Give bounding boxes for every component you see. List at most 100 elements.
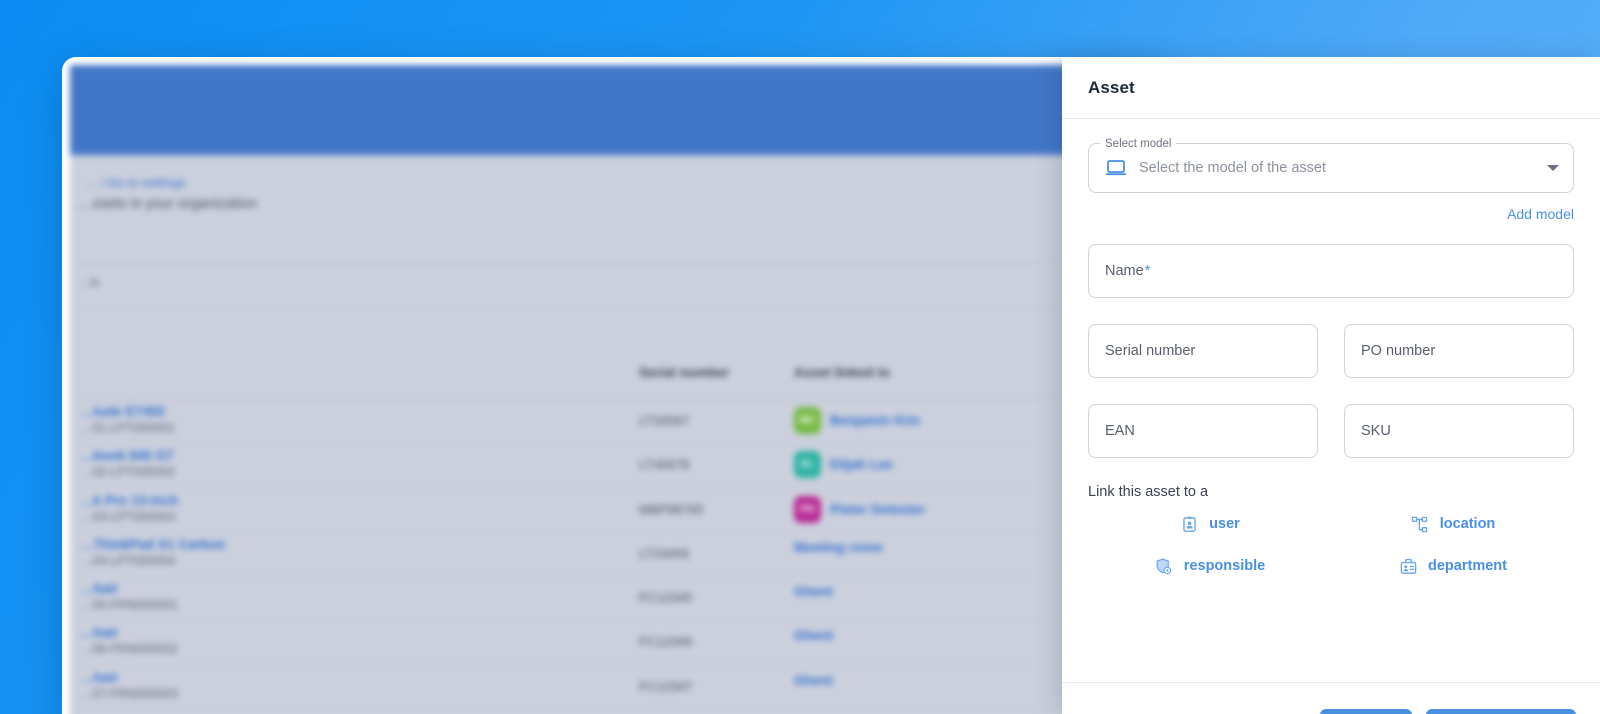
badge-icon (1398, 556, 1418, 576)
cell-asset-name: …hair…05-FRN000001 (80, 580, 178, 614)
serial-number-field[interactable]: Serial number (1088, 324, 1318, 378)
asset-code: …07-FRN000003 (80, 686, 178, 703)
link-option-department-label: department (1428, 558, 1507, 574)
link-option-department[interactable]: department (1331, 556, 1574, 576)
table-header-row: Serial number Asset linked to (70, 350, 1162, 399)
sku-field[interactable]: SKU (1344, 404, 1574, 458)
avatar: BK (794, 407, 821, 434)
cell-serial-number: MBP98765 (639, 502, 703, 517)
cell-asset-name: …book 840 G7…02-LPT000002 (80, 447, 175, 481)
cell-asset-name: …k Pro 13-inch…03-LPT000003 (80, 492, 178, 526)
asset-code: …04-LPT000004 (80, 553, 226, 570)
breadcrumb-prefix: … (84, 176, 97, 190)
cell-serial-number: FC12346 (639, 634, 692, 649)
po-number-label: PO number (1361, 343, 1435, 359)
divider-bottom (70, 307, 1162, 308)
avatar: EL (794, 451, 821, 478)
filter-label: …ts (78, 275, 99, 289)
asset-code: …05-FRN000001 (80, 597, 178, 614)
background-app-content: … / Go to settings …ssets in your organi… (70, 65, 1162, 714)
cell-asset-linked-to: EL Elijah Lee (794, 451, 893, 478)
column-header-asset-linked-to: Asset linked to (794, 365, 890, 380)
create-asset-button[interactable]: Create asset (1426, 709, 1576, 714)
cell-asset-name: …hair…07-FRN000003 (80, 669, 178, 703)
panel-footer: Cancel Create asset (1062, 682, 1600, 714)
link-option-responsible[interactable]: responsible (1088, 556, 1331, 576)
table-row[interactable]: …book 840 G7…02-LPT000002 LT45678 EL Elijah… (70, 443, 1162, 487)
table-row[interactable]: …k Pro 13-inch…03-LPT000003 MBP98765 PD Pie… (70, 488, 1162, 532)
asset-code: …01-LPT000001 (80, 420, 175, 437)
serial-po-row: Serial number PO number (1088, 324, 1574, 378)
footer-buttons: Cancel Create asset (1320, 709, 1576, 714)
cell-serial-number: LT45678 (639, 457, 689, 472)
cell-asset-name: …ThinkPad X1 Carbon…04-LPT000004 (80, 536, 226, 570)
link-option-user[interactable]: user (1088, 514, 1331, 534)
app-body: … / Go to settings …ssets in your organi… (70, 155, 1162, 714)
link-options-grid: user location (1088, 514, 1574, 576)
avatar: PD (794, 496, 821, 523)
cell-asset-linked-to: Meeting room (794, 540, 883, 555)
column-header-serial-number: Serial number (639, 365, 729, 380)
name-field[interactable]: Name* (1088, 244, 1574, 298)
cell-asset-linked-to: Ghent (794, 673, 833, 688)
serial-number-label: Serial number (1105, 343, 1195, 359)
cell-asset-linked-to: BK Benjamin Kim (794, 407, 920, 434)
po-number-field[interactable]: PO number (1344, 324, 1574, 378)
ean-field[interactable]: EAN (1088, 404, 1318, 458)
asset-name-link[interactable]: …k Pro 13-inch (80, 492, 178, 509)
cell-serial-number: LT34567 (639, 413, 689, 428)
linked-entity-link[interactable]: Ghent (794, 673, 833, 688)
name-field-label: Name* (1105, 263, 1150, 279)
required-marker: * (1145, 263, 1151, 279)
cell-serial-number: FC12345 (639, 590, 692, 605)
cell-asset-linked-to: Ghent (794, 628, 833, 643)
asset-name-link[interactable]: …hair (80, 624, 178, 641)
asset-name-link[interactable]: …hair (80, 580, 178, 597)
link-section-heading: Link this asset to a (1088, 484, 1574, 500)
sku-label: SKU (1361, 423, 1391, 439)
cell-asset-name: …hair…06-FRN000002 (80, 624, 178, 658)
ean-label: EAN (1105, 423, 1135, 439)
id-card-icon (1179, 514, 1199, 534)
linked-entity-link[interactable]: Ghent (794, 584, 833, 599)
link-option-location-label: location (1440, 516, 1496, 532)
panel-header: Asset (1062, 57, 1600, 119)
link-option-user-label: user (1209, 516, 1240, 532)
linked-entity-link[interactable]: Ghent (794, 628, 833, 643)
asset-name-link[interactable]: …book 840 G7 (80, 447, 175, 464)
select-model-field[interactable]: Select model Select the model of the ass… (1088, 143, 1574, 193)
select-model-legend: Select model (1100, 136, 1176, 152)
table-row[interactable]: …hair…05-FRN000001 FC12345 Ghent (70, 576, 1162, 620)
link-option-location[interactable]: location (1331, 514, 1574, 534)
asset-name-link[interactable]: …ThinkPad X1 Carbon (80, 536, 226, 553)
asset-code: …02-LPT000002 (80, 464, 175, 481)
cancel-button[interactable]: Cancel (1320, 709, 1412, 714)
breadcrumb-settings-link[interactable]: / Go to settings (100, 176, 186, 190)
linked-entity-link[interactable]: Elijah Lee (830, 457, 893, 472)
asset-code: …06-FRN000002 (80, 641, 178, 658)
cell-serial-number: FC12347 (639, 679, 692, 694)
add-model-link[interactable]: Add model (1507, 206, 1574, 222)
divider-top (70, 263, 1162, 264)
asset-name-link[interactable]: …tude E7450 (80, 403, 175, 420)
table-row[interactable]: …ThinkPad X1 Carbon…04-LPT000004 LT23456 M… (70, 532, 1162, 576)
linked-entity-link[interactable]: Meeting room (794, 540, 883, 555)
ean-sku-row: EAN SKU (1088, 404, 1574, 458)
table-row[interactable]: …tude E7450…01-LPT000001 LT34567 BK Benjami… (70, 399, 1162, 443)
cell-asset-linked-to: PD Pieter Detester (794, 496, 925, 523)
table-row[interactable]: …hair…06-FRN000002 FC12346 Ghent (70, 620, 1162, 664)
linked-entity-link[interactable]: Pieter Detester (830, 502, 925, 517)
asset-name-link[interactable]: …hair (80, 669, 178, 686)
assets-table: Serial number Asset linked to …tude E745… (70, 350, 1162, 709)
cell-serial-number: LT23456 (639, 546, 689, 561)
page-subtitle: …ssets in your organization (78, 196, 257, 212)
table-row[interactable]: …hair…07-FRN000003 FC12347 Ghent (70, 665, 1162, 709)
shield-user-icon (1154, 556, 1174, 576)
chevron-down-icon[interactable] (1547, 165, 1559, 171)
panel-title: Asset (1088, 78, 1135, 98)
cell-asset-linked-to: Ghent (794, 584, 833, 599)
add-model-row: Add model (1088, 206, 1574, 222)
cell-asset-name: …tude E7450…01-LPT000001 (80, 403, 175, 437)
select-model-placeholder: Select the model of the asset (1139, 160, 1537, 176)
linked-entity-link[interactable]: Benjamin Kim (830, 413, 920, 428)
